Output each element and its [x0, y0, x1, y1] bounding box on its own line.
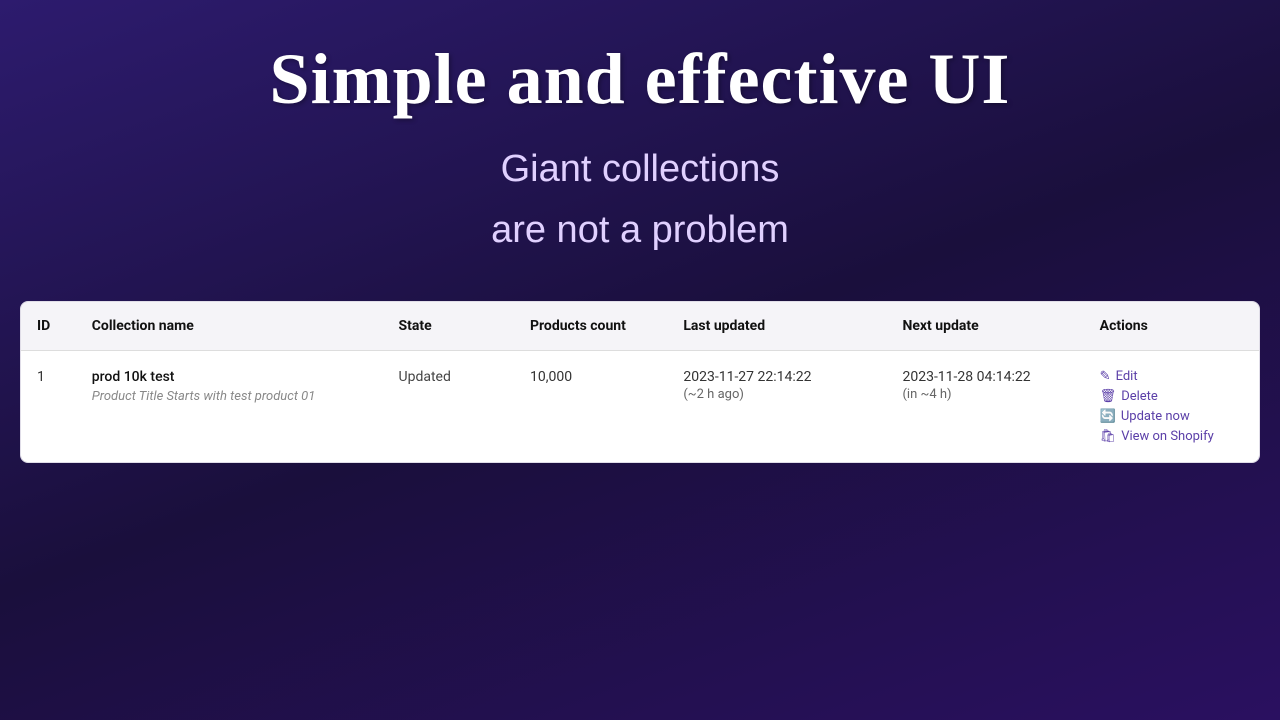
delete-link[interactable]: 🗑 Delete: [1100, 389, 1243, 404]
update-now-link[interactable]: 🔄 Update now: [1100, 409, 1243, 424]
hero-subtitle-line2: are not a problem: [491, 209, 789, 251]
col-header-actions: Actions: [1084, 302, 1259, 351]
hero-title: Simple and effective UI: [20, 40, 1260, 119]
col-header-id: ID: [21, 302, 76, 351]
cell-last-updated: 2023-11-27 22:14:22 (~2 h ago): [667, 350, 886, 462]
next-update-date: 2023-11-28 04:14:22: [902, 369, 1067, 385]
last-updated-date: 2023-11-27 22:14:22: [683, 369, 870, 385]
cell-products-count: 10,000: [514, 350, 667, 462]
delete-label: Delete: [1121, 389, 1158, 404]
view-shopify-link[interactable]: 🛍 View on Shopify: [1100, 429, 1243, 444]
hero-subtitle: Giant collections are not a problem: [20, 139, 1260, 261]
collection-name-main: prod 10k test: [92, 369, 367, 385]
edit-label: Edit: [1116, 369, 1138, 384]
update-now-label: Update now: [1121, 409, 1190, 424]
collections-table: ID Collection name State Products count …: [21, 302, 1259, 462]
cell-state: Updated: [383, 350, 514, 462]
table-header-row: ID Collection name State Products count …: [21, 302, 1259, 351]
col-header-last-updated: Last updated: [667, 302, 886, 351]
col-header-name: Collection name: [76, 302, 383, 351]
hero-section: Simple and effective UI Giant collection…: [0, 0, 1280, 291]
table-row: 1 prod 10k test Product Title Starts wit…: [21, 350, 1259, 462]
edit-icon: ✎: [1100, 369, 1111, 384]
edit-link[interactable]: ✎ Edit: [1100, 369, 1243, 384]
cell-id: 1: [21, 350, 76, 462]
col-header-products: Products count: [514, 302, 667, 351]
state-value: Updated: [399, 369, 451, 385]
collections-table-container: ID Collection name State Products count …: [20, 301, 1260, 463]
view-shopify-label: View on Shopify: [1121, 429, 1214, 444]
shopify-icon: 🛍: [1100, 429, 1117, 444]
actions-container: ✎ Edit 🗑 Delete 🔄 Update now 🛍 View on S…: [1100, 369, 1243, 444]
delete-icon: 🗑: [1100, 389, 1117, 404]
cell-next-update: 2023-11-28 04:14:22 (in ~4 h): [886, 350, 1083, 462]
last-updated-relative: (~2 h ago): [683, 387, 870, 402]
cell-actions: ✎ Edit 🗑 Delete 🔄 Update now 🛍 View on S…: [1084, 350, 1259, 462]
update-icon: 🔄: [1100, 409, 1116, 424]
col-header-next-update: Next update: [886, 302, 1083, 351]
next-update-relative: (in ~4 h): [902, 387, 1067, 402]
cell-collection-name: prod 10k test Product Title Starts with …: [76, 350, 383, 462]
col-header-state: State: [383, 302, 514, 351]
collection-name-sub: Product Title Starts with test product 0…: [92, 389, 367, 404]
hero-subtitle-line1: Giant collections: [501, 148, 780, 190]
